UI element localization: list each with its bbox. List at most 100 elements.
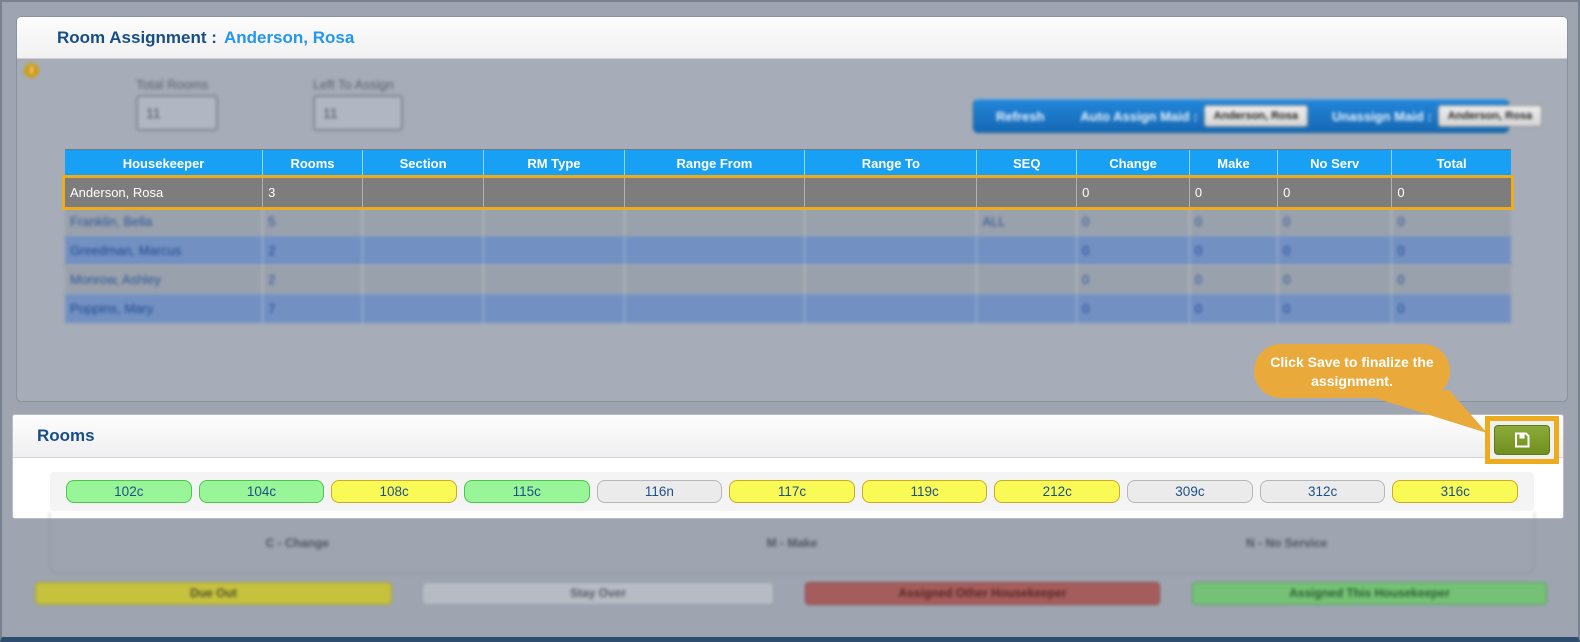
- column-header-housekeeper: Housekeeper: [65, 150, 263, 178]
- room-chip-104c[interactable]: 104c: [199, 480, 325, 503]
- page: Room Assignment : Anderson, Rosa i Total…: [0, 0, 1580, 642]
- table-cell: [805, 207, 977, 236]
- table-cell: [484, 265, 624, 294]
- column-header-seq: SEQ: [977, 150, 1077, 178]
- save-tooltip: Click Save to finalize the assignment.: [1254, 344, 1450, 398]
- left-to-assign-field: Left To Assign 11: [313, 77, 403, 131]
- page-title: Room Assignment :: [57, 28, 217, 48]
- unassign-maid-button[interactable]: Anderson, Rosa: [1438, 105, 1542, 127]
- table-cell: Monrow, Ashley: [65, 265, 263, 294]
- room-chip-115c[interactable]: 115c: [464, 480, 590, 503]
- code-legend-item: N - No Service: [1039, 536, 1534, 550]
- table-cell: [363, 265, 484, 294]
- room-chip-212c[interactable]: 212c: [994, 480, 1120, 503]
- table-row-franklin-bella[interactable]: Franklin, Bella5ALL0000: [65, 207, 1511, 236]
- table-cell: [363, 207, 484, 236]
- table-cell: 0: [1278, 294, 1392, 323]
- column-header-range-to: Range To: [805, 150, 977, 178]
- room-chip-116n[interactable]: 116n: [597, 480, 723, 503]
- room-chip-117c[interactable]: 117c: [729, 480, 855, 503]
- table-row-poppins-mary[interactable]: Poppins, Mary70000: [65, 294, 1511, 323]
- column-header-total: Total: [1392, 150, 1511, 178]
- unassign-maid-label: Unassign Maid :: [1332, 109, 1432, 124]
- left-to-assign-input[interactable]: 11: [313, 95, 403, 131]
- column-header-no-serv: No Serv: [1278, 150, 1392, 178]
- table-cell: ALL: [977, 207, 1077, 236]
- column-header-section: Section: [363, 150, 484, 178]
- table-row-greedman-marcus[interactable]: Greedman, Marcus20000: [65, 236, 1511, 265]
- housekeeper-table: HousekeeperRoomsSectionRM TypeRange From…: [65, 149, 1511, 323]
- room-chip-316c[interactable]: 316c: [1392, 480, 1518, 503]
- room-chip-119c[interactable]: 119c: [862, 480, 988, 503]
- left-to-assign-label: Left To Assign: [313, 77, 403, 92]
- room-chip-102c[interactable]: 102c: [66, 480, 192, 503]
- total-rooms-input[interactable]: 11: [136, 95, 218, 131]
- room-chip-309c[interactable]: 309c: [1127, 480, 1253, 503]
- column-header-rooms: Rooms: [263, 150, 363, 178]
- table-cell: [977, 294, 1077, 323]
- table-cell: 7: [263, 294, 363, 323]
- table-cell: 0: [1278, 236, 1392, 265]
- panel-title-bar: Room Assignment : Anderson, Rosa: [17, 17, 1567, 59]
- table-cell: 3: [263, 178, 363, 207]
- status-legend-due-out: Due Out: [35, 582, 392, 605]
- table-cell: Franklin, Bella: [65, 207, 263, 236]
- column-header-make: Make: [1190, 150, 1278, 178]
- table-cell: [805, 294, 977, 323]
- table-cell: [805, 236, 977, 265]
- table-body: Anderson, Rosa30000Franklin, Bella5ALL00…: [65, 178, 1511, 323]
- save-highlight-frame: [1485, 416, 1559, 464]
- table-cell: 0: [1077, 294, 1190, 323]
- table-cell: 0: [1190, 236, 1278, 265]
- table-cell: 0: [1278, 207, 1392, 236]
- table-cell: [363, 294, 484, 323]
- table-cell: [625, 265, 806, 294]
- floppy-disk-icon: [1513, 431, 1531, 449]
- table-cell: [977, 265, 1077, 294]
- info-icon[interactable]: i: [24, 63, 39, 78]
- table-cell: [363, 178, 484, 207]
- table-cell: [977, 178, 1077, 207]
- save-tooltip-line1: Click Save to finalize the: [1254, 353, 1450, 372]
- table-cell: [977, 236, 1077, 265]
- save-tooltip-line2: assignment.: [1254, 372, 1450, 391]
- total-rooms-label: Total Rooms: [136, 77, 218, 92]
- code-legend-item: C - Change: [50, 536, 545, 550]
- table-cell: 0: [1392, 178, 1511, 207]
- save-button[interactable]: [1494, 425, 1550, 455]
- table-row-anderson-rosa[interactable]: Anderson, Rosa30000: [65, 178, 1511, 207]
- code-legend-item: M - Make: [545, 536, 1040, 550]
- table-cell: 2: [263, 236, 363, 265]
- table-cell: [363, 236, 484, 265]
- table-cell: [805, 178, 977, 207]
- table-cell: 0: [1190, 207, 1278, 236]
- table-cell: Poppins, Mary: [65, 294, 263, 323]
- rooms-panel: Rooms 102c 104c 108c 115c 116n 117c 119c 212c 30…: [12, 414, 1564, 519]
- refresh-button[interactable]: Refresh: [984, 109, 1056, 124]
- table-cell: [625, 207, 806, 236]
- toolbar: Refresh Auto Assign Maid : Anderson, Ros…: [973, 99, 1509, 133]
- table-cell: 0: [1392, 236, 1511, 265]
- auto-assign-maid-label: Auto Assign Maid :: [1080, 109, 1197, 124]
- table-cell: [625, 294, 806, 323]
- page-title-maid-name: Anderson, Rosa: [224, 28, 354, 48]
- table-row-monrow-ashley[interactable]: Monrow, Ashley20000: [65, 265, 1511, 294]
- column-header-range-from: Range From: [625, 150, 806, 178]
- table-cell: Anderson, Rosa: [65, 178, 263, 207]
- room-code-legend: C - ChangeM - MakeN - No Service: [49, 512, 1535, 574]
- status-legend-assigned-other: Assigned Other Housekeeper: [805, 582, 1160, 605]
- status-legend-assigned-this: Assigned This Housekeeper: [1192, 582, 1547, 605]
- column-header-change: Change: [1077, 150, 1190, 178]
- room-chip-108c[interactable]: 108c: [331, 480, 457, 503]
- table-cell: 0: [1392, 265, 1511, 294]
- table-cell: [484, 294, 624, 323]
- table-cell: 0: [1077, 207, 1190, 236]
- table-cell: [484, 178, 624, 207]
- column-header-rm-type: RM Type: [484, 150, 624, 178]
- rooms-panel-header: Rooms: [13, 415, 1563, 458]
- room-chip-312c[interactable]: 312c: [1260, 480, 1386, 503]
- table-cell: [484, 236, 624, 265]
- auto-assign-maid-button[interactable]: Anderson, Rosa: [1204, 105, 1308, 127]
- table-cell: 0: [1392, 207, 1511, 236]
- table-cell: 2: [263, 265, 363, 294]
